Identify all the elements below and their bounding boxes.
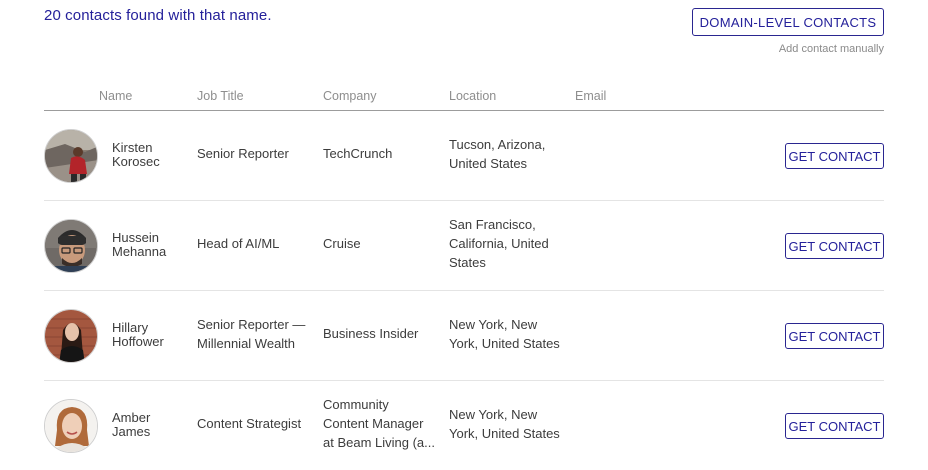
- person-photo-icon: [45, 310, 97, 362]
- location-line: States: [449, 255, 486, 270]
- avatar: [44, 129, 98, 183]
- location: San Francisco, California, United States: [449, 215, 567, 272]
- company-line: Cruise: [323, 236, 361, 251]
- company-line: Content Manager: [323, 416, 424, 431]
- location: New York, New York, United States: [449, 405, 567, 443]
- results-count: 20 contacts found with that name.: [44, 7, 272, 24]
- table-row: Amber James Content Strategist Community…: [44, 381, 884, 470]
- last-name: Korosec: [112, 154, 160, 169]
- job-title-line: Senior Reporter: [197, 146, 289, 161]
- company: Business Insider: [323, 324, 439, 343]
- location-line: New York, New: [449, 317, 538, 332]
- person-photo-icon: [45, 130, 97, 182]
- column-header-name: Name: [99, 89, 133, 103]
- contact-name: Hussein Mehanna: [112, 231, 192, 259]
- avatar: [44, 219, 98, 273]
- location-line: California, United: [449, 236, 549, 251]
- company: Community Content Manager at Beam Living…: [323, 395, 439, 452]
- column-header-location: Location: [449, 89, 497, 103]
- domain-level-contacts-button[interactable]: DOMAIN-LEVEL CONTACTS: [692, 8, 884, 36]
- job-title-line: Senior Reporter —: [197, 317, 306, 332]
- avatar: [44, 309, 98, 363]
- location: New York, New York, United States: [449, 315, 567, 353]
- location-line: United States: [449, 156, 528, 171]
- person-photo-icon: [45, 400, 97, 452]
- job-title: Senior Reporter — Millennial Wealth: [197, 315, 315, 353]
- get-contact-button[interactable]: GET CONTACT: [785, 413, 884, 439]
- location-line: Tucson, Arizona,: [449, 137, 546, 152]
- contact-name: Kirsten Korosec: [112, 141, 192, 169]
- table-row: Kirsten Korosec Senior Reporter TechCrun…: [44, 111, 884, 201]
- last-name: Hoffower: [112, 334, 164, 349]
- last-name: James: [112, 424, 151, 439]
- company-line: Business Insider: [323, 326, 419, 341]
- company: TechCrunch: [323, 144, 439, 163]
- column-header-company: Company: [323, 89, 377, 103]
- job-title: Content Strategist: [197, 414, 315, 433]
- job-title: Senior Reporter: [197, 144, 315, 163]
- company: Cruise: [323, 234, 439, 253]
- location-line: San Francisco,: [449, 217, 536, 232]
- contact-name: Amber James: [112, 411, 192, 439]
- job-title-line: Content Strategist: [197, 416, 302, 431]
- first-name: Amber: [112, 410, 151, 425]
- company-line: Community: [323, 397, 389, 412]
- company-line: at Beam Living (a...: [323, 435, 435, 450]
- location-line: New York, New: [449, 407, 538, 422]
- table-row: Hillary Hoffower Senior Reporter — Mille…: [44, 291, 884, 381]
- location-line: York, United States: [449, 336, 560, 351]
- get-contact-button[interactable]: GET CONTACT: [785, 233, 884, 259]
- first-name: Hussein: [112, 230, 159, 245]
- column-header-job-title: Job Title: [197, 89, 244, 103]
- add-contact-manually-link[interactable]: Add contact manually: [779, 43, 884, 55]
- table-header: Name Job Title Company Location Email: [44, 88, 884, 111]
- column-header-email: Email: [575, 89, 607, 103]
- job-title: Head of AI/ML: [197, 234, 315, 253]
- table-row: Hussein Mehanna Head of AI/ML Cruise San…: [44, 201, 884, 291]
- job-title-line: Millennial Wealth: [197, 336, 296, 351]
- get-contact-button[interactable]: GET CONTACT: [785, 143, 884, 169]
- contact-name: Hillary Hoffower: [112, 321, 192, 349]
- last-name: Mehanna: [112, 244, 167, 259]
- first-name: Hillary: [112, 320, 149, 335]
- get-contact-button[interactable]: GET CONTACT: [785, 323, 884, 349]
- job-title-line: Head of AI/ML: [197, 236, 280, 251]
- first-name: Kirsten: [112, 140, 153, 155]
- location: Tucson, Arizona, United States: [449, 135, 567, 173]
- avatar: [44, 399, 98, 453]
- company-line: TechCrunch: [323, 146, 393, 161]
- location-line: York, United States: [449, 426, 560, 441]
- person-photo-icon: [45, 220, 97, 272]
